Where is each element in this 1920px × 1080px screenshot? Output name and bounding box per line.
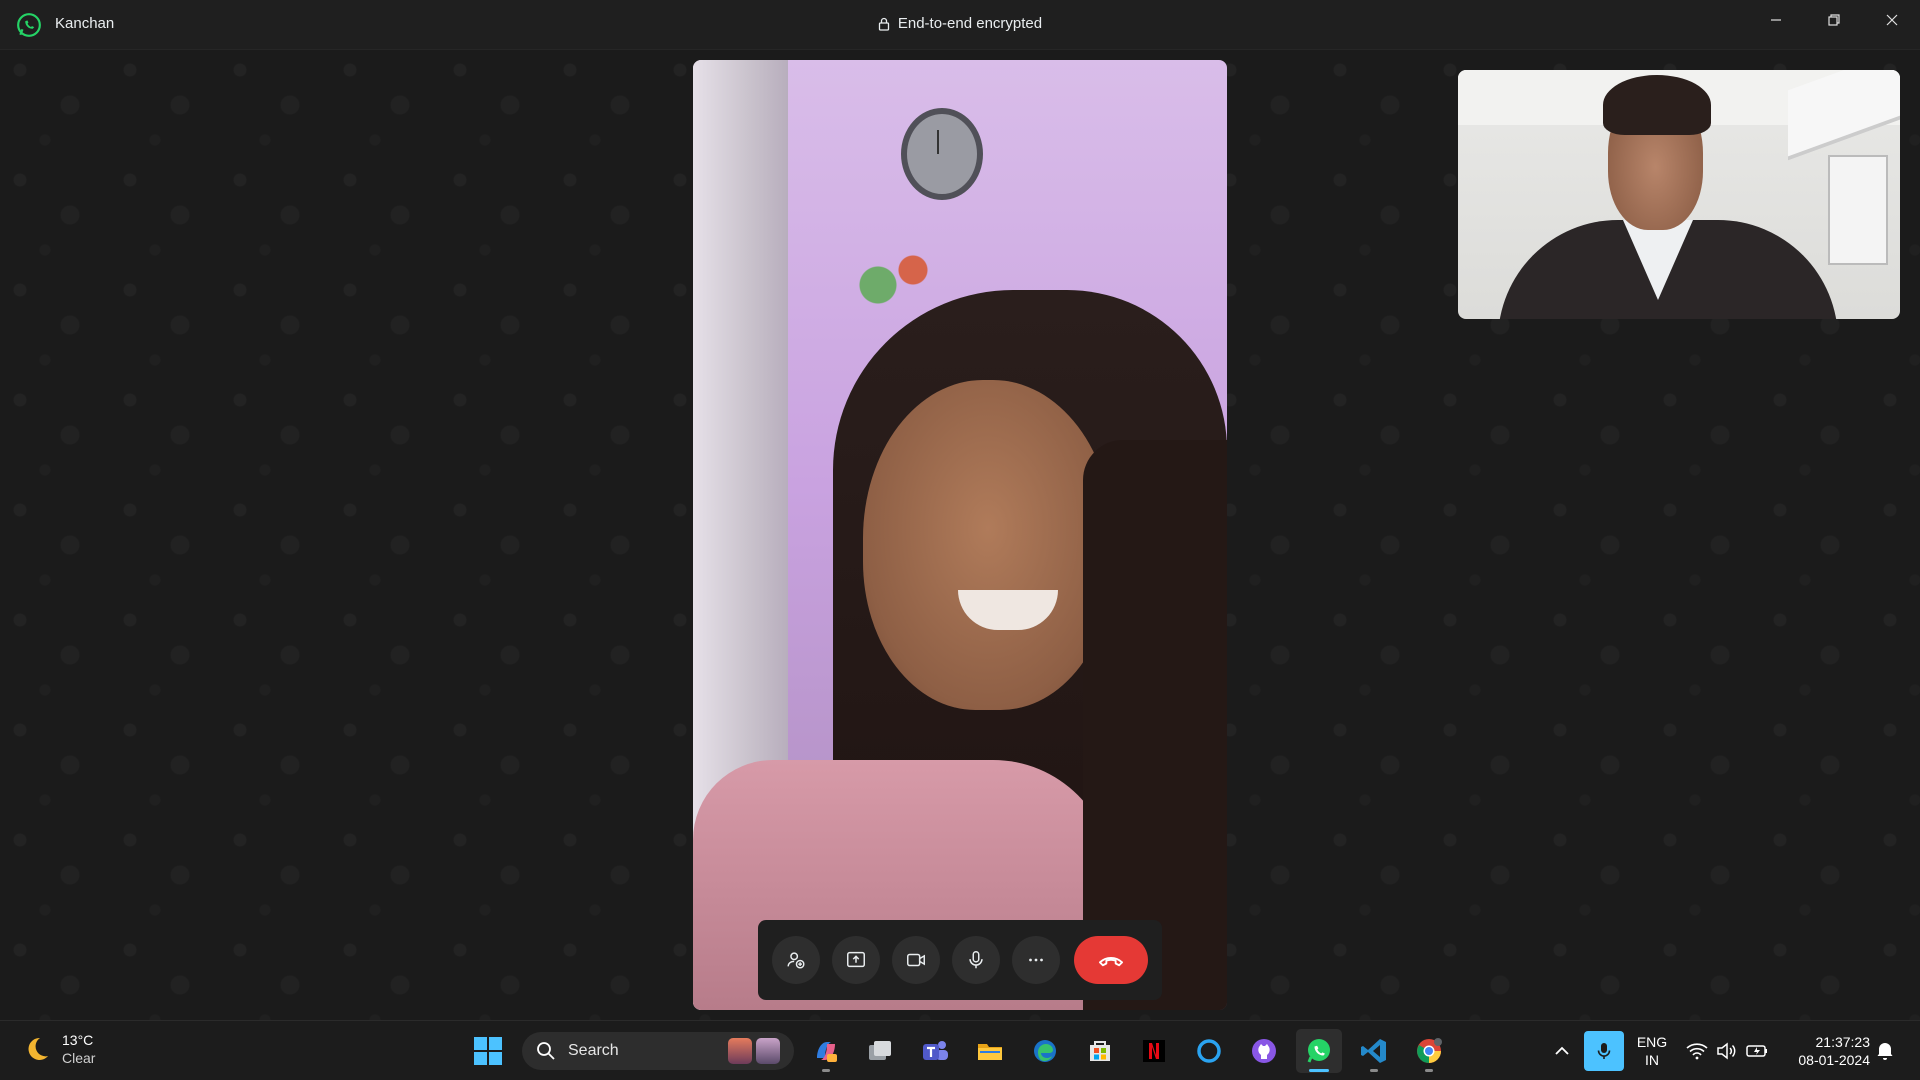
- search-icon: [537, 1042, 555, 1060]
- clock-date: 08-01-2024: [1798, 1052, 1870, 1068]
- wifi-icon[interactable]: [1685, 1039, 1709, 1063]
- search-highlight-art: [728, 1038, 784, 1064]
- camera-button[interactable]: [892, 936, 940, 984]
- taskbar-cortana[interactable]: [1186, 1029, 1232, 1073]
- taskbar-search[interactable]: Search: [522, 1032, 794, 1070]
- search-label: Search: [568, 1042, 619, 1059]
- video-flowers: [833, 230, 953, 310]
- microphone-icon: [969, 951, 983, 969]
- hang-up-icon: [1098, 957, 1124, 967]
- language-code: ENG: [1636, 1034, 1668, 1050]
- video-camera-icon: [907, 953, 925, 967]
- preview-air-conditioner: [1788, 70, 1900, 161]
- notification-bell-icon[interactable]: [1874, 1039, 1896, 1061]
- task-view-icon: [869, 1041, 891, 1060]
- chevron-up-icon[interactable]: [1550, 1039, 1574, 1063]
- vscode-icon: [1361, 1039, 1386, 1063]
- moon-icon: [28, 1037, 48, 1060]
- taskbar-github-desktop[interactable]: [1241, 1029, 1287, 1073]
- windows-start-icon[interactable]: [472, 1035, 504, 1067]
- store-icon: [1090, 1041, 1110, 1061]
- running-indicator: [1425, 1069, 1433, 1072]
- taskbar-task-view[interactable]: [857, 1029, 903, 1073]
- whatsapp-icon: [17, 13, 41, 37]
- add-participant-button[interactable]: [772, 936, 820, 984]
- close-button[interactable]: [1864, 0, 1920, 40]
- video-face: [863, 380, 1113, 710]
- volume-icon[interactable]: [1715, 1039, 1739, 1063]
- call-stage: [0, 50, 1920, 1020]
- lock-icon: [878, 17, 890, 31]
- weather-temperature: 13°C: [62, 1032, 94, 1048]
- taskbar-microsoft-store[interactable]: [1077, 1029, 1123, 1073]
- weather-widget[interactable]: 13°C Clear: [22, 1031, 95, 1067]
- taskbar-whatsapp[interactable]: [1296, 1029, 1342, 1073]
- taskbar-chrome[interactable]: [1406, 1029, 1452, 1073]
- cortana-icon: [1197, 1039, 1221, 1063]
- minimize-icon: [1771, 19, 1781, 21]
- weather-condition: Clear: [62, 1050, 96, 1066]
- title-bar: Kanchan End-to-end encrypted: [0, 0, 1920, 50]
- self-preview-video[interactable]: [1458, 70, 1900, 319]
- whatsapp-icon: [1307, 1039, 1330, 1063]
- preview-hair: [1603, 75, 1711, 135]
- more-icon: [1029, 958, 1043, 962]
- preview-whiteboard: [1828, 155, 1888, 265]
- taskbar-copilot[interactable]: [803, 1029, 849, 1073]
- more-options-button[interactable]: [1012, 936, 1060, 984]
- remote-video[interactable]: [693, 60, 1227, 1010]
- system-clock[interactable]: 21:37:23 08-01-2024: [1780, 1033, 1870, 1069]
- clock-time: 21:37:23: [1815, 1034, 1871, 1050]
- edge-icon: [1034, 1040, 1056, 1062]
- microphone-icon: [1597, 1043, 1611, 1059]
- chrome-icon: [1417, 1038, 1442, 1063]
- taskbar: 13°C Clear Search ENG IN 21:37:23 08-01-…: [0, 1020, 1920, 1080]
- input-language[interactable]: ENG IN: [1634, 1033, 1670, 1069]
- running-indicator: [822, 1069, 830, 1072]
- battery-icon[interactable]: [1745, 1039, 1769, 1063]
- github-icon: [1252, 1039, 1276, 1063]
- language-region: IN: [1645, 1052, 1659, 1068]
- close-icon: [1886, 14, 1898, 26]
- microphone-button[interactable]: [952, 936, 1000, 984]
- call-controls: [758, 920, 1162, 1000]
- share-screen-icon: [847, 951, 865, 968]
- copilot-icon: [817, 1042, 837, 1062]
- minimize-button[interactable]: [1748, 0, 1804, 40]
- running-indicator: [1370, 1069, 1378, 1072]
- netflix-icon: [1143, 1040, 1165, 1062]
- active-indicator: [1309, 1069, 1329, 1072]
- video-wall-clock: [901, 108, 983, 200]
- taskbar-netflix[interactable]: [1131, 1029, 1177, 1073]
- taskbar-teams[interactable]: [912, 1029, 958, 1073]
- encryption-label: End-to-end encrypted: [897, 15, 1043, 32]
- teams-icon: [923, 1041, 948, 1060]
- taskbar-vscode[interactable]: [1351, 1029, 1397, 1073]
- restore-button[interactable]: [1806, 0, 1862, 40]
- microphone-in-use-button[interactable]: [1584, 1031, 1624, 1071]
- end-call-button[interactable]: [1074, 936, 1148, 984]
- share-screen-button[interactable]: [832, 936, 880, 984]
- taskbar-edge[interactable]: [1022, 1029, 1068, 1073]
- restore-icon: [1828, 14, 1840, 26]
- taskbar-file-explorer[interactable]: [967, 1029, 1013, 1073]
- folder-icon: [978, 1044, 1002, 1060]
- add-person-icon: [787, 952, 805, 969]
- contact-name: Kanchan: [55, 15, 115, 32]
- encryption-notice: End-to-end encrypted: [0, 15, 1920, 32]
